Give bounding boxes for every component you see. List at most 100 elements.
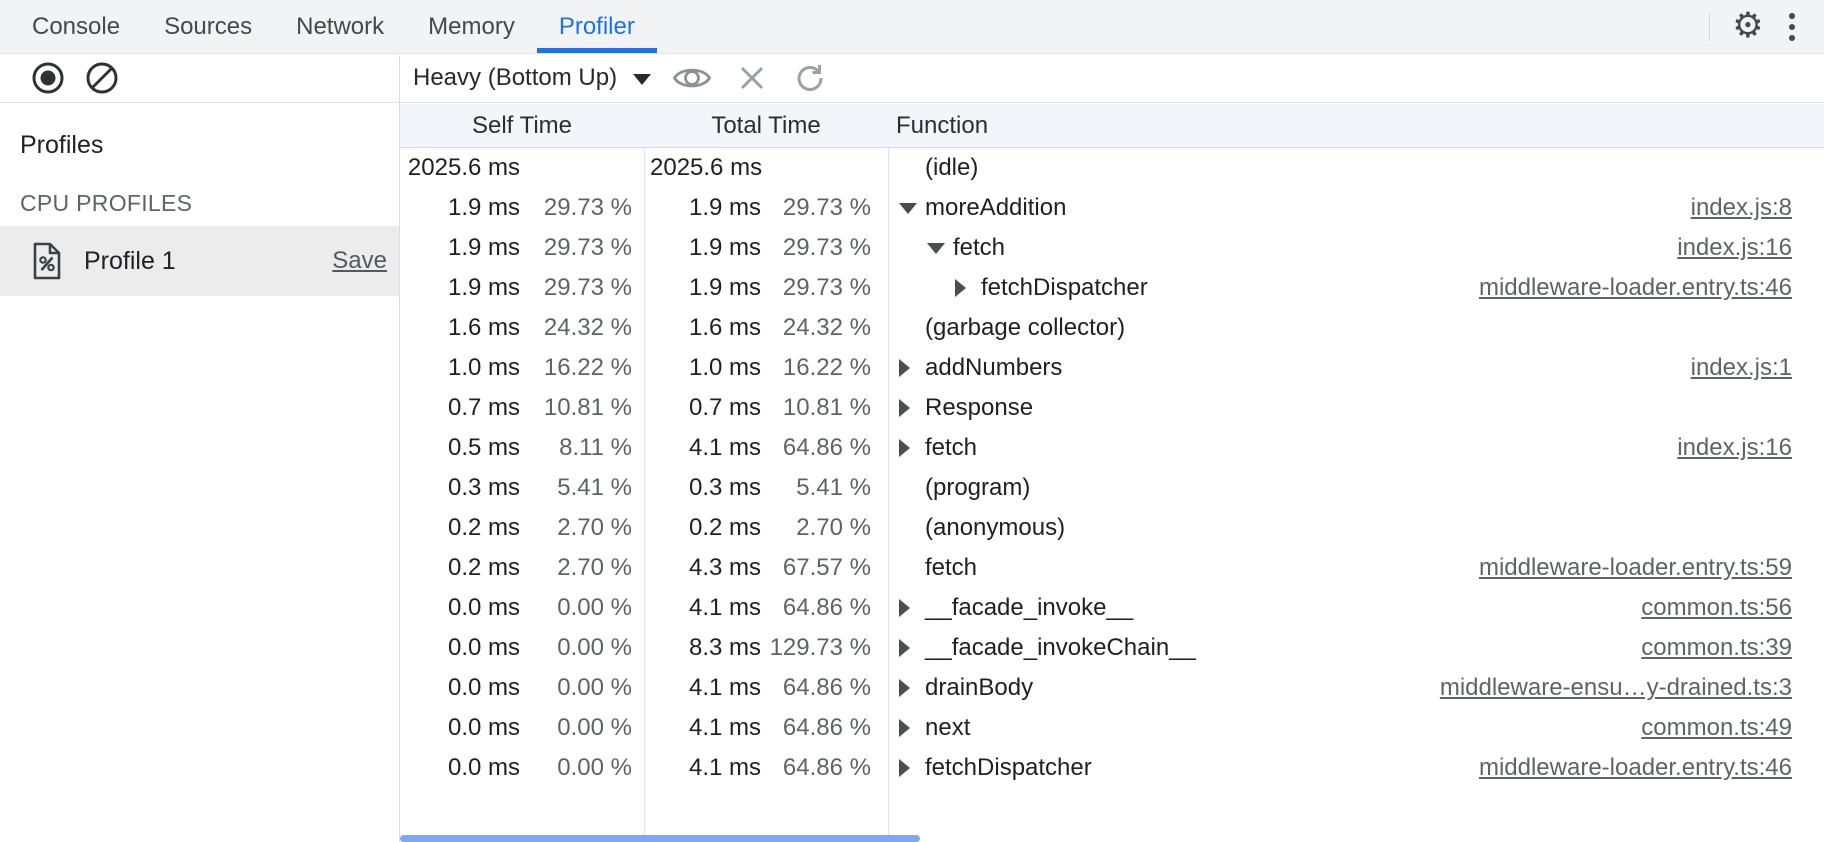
tree-collapsed-arrow-icon[interactable] xyxy=(899,679,925,697)
table-row[interactable]: 1.9 ms29.73 %1.9 ms29.73 %moreAdditionin… xyxy=(400,188,1824,228)
table-row[interactable]: 1.9 ms29.73 %1.9 ms29.73 %fetchDispatche… xyxy=(400,268,1824,308)
source-location-link[interactable]: common.ts:39 xyxy=(1641,634,1824,662)
self-time-ms: 0.0 ms xyxy=(406,674,520,702)
total-time-percent: 64.86 % xyxy=(761,594,871,622)
total-time-percent: 2.70 % xyxy=(761,514,871,542)
total-time-cell: 2025.6 ms xyxy=(644,148,888,188)
total-time-ms: 1.0 ms xyxy=(650,354,761,382)
source-location-link[interactable]: middleware-loader.entry.ts:46 xyxy=(1479,274,1824,302)
source-location-link[interactable]: middleware-ensu…y-drained.ts:3 xyxy=(1440,674,1824,702)
table-row[interactable]: 0.0 ms0.00 %4.1 ms64.86 %fetchDispatcher… xyxy=(400,748,1824,788)
source-location-link[interactable]: index.js:16 xyxy=(1677,234,1824,262)
record-icon xyxy=(31,61,65,95)
tree-collapsed-arrow-icon[interactable] xyxy=(899,439,925,457)
table-row[interactable]: 0.0 ms0.00 %4.1 ms64.86 %nextcommon.ts:4… xyxy=(400,708,1824,748)
source-location-link[interactable]: index.js:16 xyxy=(1677,434,1824,462)
tab-console[interactable]: Console xyxy=(10,0,142,53)
self-time-cell: 0.2 ms2.70 % xyxy=(400,508,644,548)
tab-profiler[interactable]: Profiler xyxy=(537,0,657,53)
devtools-tab-bar: Console Sources Network Memory Profiler … xyxy=(0,0,1824,54)
self-time-ms: 2025.6 ms xyxy=(406,154,520,182)
tree-collapsed-arrow-icon[interactable] xyxy=(899,719,925,737)
tab-sources[interactable]: Sources xyxy=(142,0,274,53)
column-header-total-time[interactable]: Total Time xyxy=(644,104,888,147)
tree-expanded-arrow-icon[interactable] xyxy=(899,203,925,214)
tab-network[interactable]: Network xyxy=(274,0,406,53)
total-time-cell: 1.6 ms24.32 % xyxy=(644,308,888,348)
table-row[interactable]: 0.7 ms10.81 %0.7 ms10.81 %Response xyxy=(400,388,1824,428)
view-mode-dropdown[interactable]: Heavy (Bottom Up) xyxy=(413,64,651,92)
total-time-percent: 64.86 % xyxy=(761,714,871,742)
exclude-function-button[interactable] xyxy=(733,56,771,100)
self-time-percent: 0.00 % xyxy=(520,714,632,742)
self-time-ms: 0.3 ms xyxy=(406,474,520,502)
focus-function-button[interactable] xyxy=(671,56,713,100)
source-location-link[interactable]: middleware-loader.entry.ts:59 xyxy=(1479,554,1824,582)
total-time-percent: 29.73 % xyxy=(761,234,871,262)
settings-button[interactable]: ⚙ xyxy=(1726,5,1770,49)
table-row[interactable]: 0.0 ms0.00 %4.1 ms64.86 %drainBodymiddle… xyxy=(400,668,1824,708)
tree-collapsed-arrow-icon[interactable] xyxy=(899,399,925,417)
function-name: fetch xyxy=(953,234,1005,262)
column-header-function[interactable]: Function xyxy=(888,104,1824,147)
table-row[interactable]: 0.0 ms0.00 %4.1 ms64.86 %__facade_invoke… xyxy=(400,588,1824,628)
table-row[interactable]: 1.9 ms29.73 %1.9 ms29.73 %fetchindex.js:… xyxy=(400,228,1824,268)
tree-collapsed-arrow-icon[interactable] xyxy=(899,639,925,657)
function-cell: fetch index.js:16 xyxy=(888,428,1824,468)
source-location-link[interactable]: index.js:1 xyxy=(1691,354,1824,382)
grid-body: 2025.6 ms2025.6 ms(idle)1.9 ms29.73 %1.9… xyxy=(400,148,1824,788)
profile-percent-document-icon xyxy=(32,242,62,280)
tree-collapsed-arrow-icon[interactable] xyxy=(955,279,981,297)
tree-expanded-arrow-icon[interactable] xyxy=(927,243,953,254)
source-location-link[interactable]: common.ts:56 xyxy=(1641,594,1824,622)
save-profile-link[interactable]: Save xyxy=(332,247,387,275)
self-time-percent: 29.73 % xyxy=(520,234,632,262)
table-row[interactable]: 0.5 ms8.11 %4.1 ms64.86 %fetchindex.js:1… xyxy=(400,428,1824,468)
function-name: (program) xyxy=(925,474,1030,502)
clear-profiles-button[interactable] xyxy=(84,60,120,96)
more-options-button[interactable] xyxy=(1770,5,1814,49)
tree-collapsed-arrow-icon[interactable] xyxy=(899,359,925,377)
column-header-self-time[interactable]: Self Time xyxy=(400,104,644,147)
table-row[interactable]: 0.2 ms2.70 %0.2 ms2.70 %(anonymous) xyxy=(400,508,1824,548)
refresh-icon xyxy=(793,61,827,95)
table-row[interactable]: 2025.6 ms2025.6 ms(idle) xyxy=(400,148,1824,188)
total-time-cell: 4.1 ms64.86 % xyxy=(644,588,888,628)
self-time-ms: 0.2 ms xyxy=(406,554,520,582)
table-row[interactable]: 0.3 ms5.41 %0.3 ms5.41 %(program) xyxy=(400,468,1824,508)
table-row[interactable]: 1.0 ms16.22 %1.0 ms16.22 %addNumbersinde… xyxy=(400,348,1824,388)
self-time-percent: 10.81 % xyxy=(520,394,632,422)
total-time-cell: 4.1 ms64.86 % xyxy=(644,748,888,788)
tree-collapsed-arrow-icon[interactable] xyxy=(899,599,925,617)
source-location-link[interactable]: common.ts:49 xyxy=(1641,714,1824,742)
table-row[interactable]: 0.0 ms0.00 %8.3 ms129.73 %__facade_invok… xyxy=(400,628,1824,668)
tab-memory[interactable]: Memory xyxy=(406,0,537,53)
total-time-ms: 0.2 ms xyxy=(650,514,761,542)
self-time-cell: 0.0 ms0.00 % xyxy=(400,748,644,788)
self-time-ms: 1.0 ms xyxy=(406,354,520,382)
record-button[interactable] xyxy=(30,60,66,96)
total-time-ms: 1.9 ms xyxy=(650,194,761,222)
table-row[interactable]: 0.2 ms2.70 %4.3 ms67.57 %fetchmiddleware… xyxy=(400,548,1824,588)
source-location-link[interactable]: index.js:8 xyxy=(1691,194,1824,222)
self-time-percent: 2.70 % xyxy=(520,554,632,582)
profile-list-item[interactable]: Profile 1 Save xyxy=(0,226,399,296)
table-row[interactable]: 1.6 ms24.32 %1.6 ms24.32 %(garbage colle… xyxy=(400,308,1824,348)
function-cell: fetchmiddleware-loader.entry.ts:59 xyxy=(888,548,1824,588)
self-time-percent: 8.11 % xyxy=(520,434,632,462)
total-time-cell: 4.1 ms64.86 % xyxy=(644,708,888,748)
self-time-percent: 0.00 % xyxy=(520,634,632,662)
self-time-ms: 0.0 ms xyxy=(406,594,520,622)
horizontal-scrollbar-thumb[interactable] xyxy=(400,835,920,842)
function-name: fetch xyxy=(925,434,977,462)
total-time-percent: 16.22 % xyxy=(761,354,871,382)
restore-functions-button[interactable] xyxy=(791,56,829,100)
function-cell: __facade_invoke__common.ts:56 xyxy=(888,588,1824,628)
function-name: (garbage collector) xyxy=(925,314,1125,342)
cpu-profiles-section-heading: CPU PROFILES xyxy=(20,190,399,217)
self-time-cell: 1.9 ms29.73 % xyxy=(400,188,644,228)
self-time-ms: 0.2 ms xyxy=(406,514,520,542)
source-location-link[interactable]: middleware-loader.entry.ts:46 xyxy=(1479,754,1824,782)
tree-collapsed-arrow-icon[interactable] xyxy=(899,759,925,777)
total-time-ms: 2025.6 ms xyxy=(650,154,762,182)
